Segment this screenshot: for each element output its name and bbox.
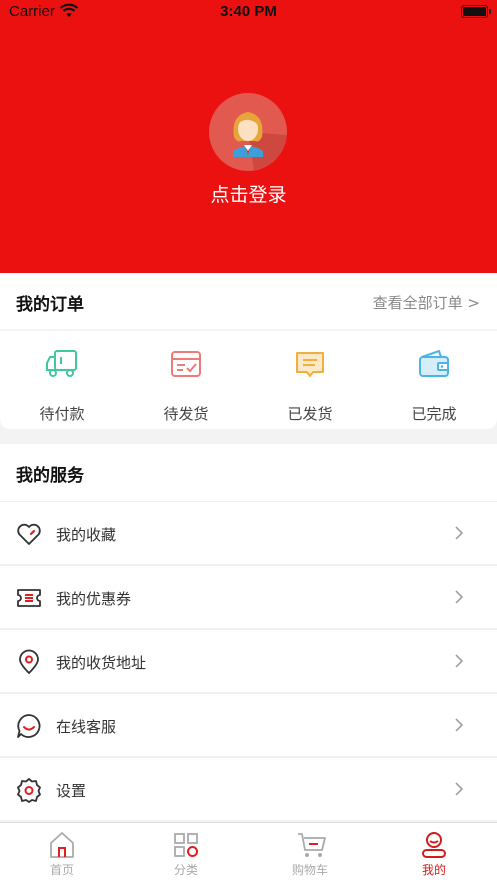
screen: Carrier 3:40 PM 点击登录 我的订单 查看全部订单 > 待付款 待… — [0, 0, 497, 883]
gear-icon — [17, 778, 41, 803]
location-pin-icon — [19, 649, 39, 674]
orders-header: 我的订单 查看全部订单 > — [0, 273, 497, 329]
chevron-right-icon — [455, 590, 464, 604]
order-status-shipped[interactable]: 已发货 — [248, 331, 372, 429]
service-item-coupons[interactable]: 我的优惠券 — [0, 565, 497, 628]
order-status-label: 待付款 — [39, 405, 85, 423]
grid-icon — [174, 833, 198, 857]
message-box-icon — [296, 352, 324, 377]
user-icon — [422, 832, 446, 858]
tab-label: 分类 — [173, 863, 198, 877]
truck-icon — [46, 350, 77, 377]
coupon-icon — [17, 589, 41, 607]
service-item-customer-service[interactable]: 在线客服 — [0, 693, 497, 756]
heart-icon — [17, 523, 41, 545]
service-label: 我的优惠券 — [56, 590, 132, 608]
status-time: 3:40 PM — [220, 3, 277, 20]
services-title: 我的服务 — [16, 466, 84, 486]
battery-icon — [461, 5, 491, 18]
service-item-addresses[interactable]: 我的收货地址 — [0, 629, 497, 692]
tab-bar: 首页 分类 购物车 我的 — [0, 822, 497, 883]
avatar[interactable] — [209, 93, 287, 171]
service-label: 我的收货地址 — [56, 654, 147, 672]
status-bar: Carrier 3:40 PM — [0, 0, 497, 26]
chat-icon — [17, 714, 41, 738]
order-status-label: 已发货 — [287, 405, 333, 423]
services-header: 我的服务 — [0, 444, 497, 501]
order-status-completed[interactable]: 已完成 — [372, 331, 496, 429]
chevron-right-icon — [455, 654, 464, 668]
tab-category[interactable]: 分类 — [124, 823, 248, 883]
tab-label: 首页 — [49, 863, 74, 877]
order-status-label: 待发货 — [163, 405, 209, 423]
package-check-icon — [171, 351, 201, 377]
tab-mine[interactable]: 我的 — [372, 823, 496, 883]
orders-title: 我的订单 — [16, 295, 84, 315]
view-all-orders-link[interactable]: 查看全部订单 > — [373, 292, 480, 313]
home-icon — [50, 832, 74, 858]
order-status-pending-shipment[interactable]: 待发货 — [124, 331, 248, 429]
wallet-icon — [419, 349, 449, 377]
tab-home[interactable]: 首页 — [0, 823, 124, 883]
service-item-favorites[interactable]: 我的收藏 — [0, 501, 497, 564]
chevron-right-icon — [455, 526, 464, 540]
service-label: 在线客服 — [56, 718, 117, 736]
order-status-label: 已完成 — [411, 405, 457, 423]
profile-header: Carrier 3:40 PM 点击登录 — [0, 0, 497, 273]
tab-cart[interactable]: 购物车 — [248, 823, 372, 883]
chevron-right-icon — [455, 782, 464, 796]
service-label: 设置 — [56, 782, 87, 800]
service-label: 我的收藏 — [56, 526, 117, 544]
chevron-right-icon — [455, 718, 464, 732]
cart-icon — [298, 833, 326, 857]
order-status-pending-payment[interactable]: 待付款 — [0, 331, 124, 429]
tab-label: 我的 — [421, 863, 446, 877]
login-link[interactable]: 点击登录 — [0, 180, 497, 207]
order-status-bar: 待付款 待发货 已发货 已完成 — [0, 331, 497, 429]
service-item-settings[interactable]: 设置 — [0, 757, 497, 820]
tab-label: 购物车 — [291, 863, 328, 877]
